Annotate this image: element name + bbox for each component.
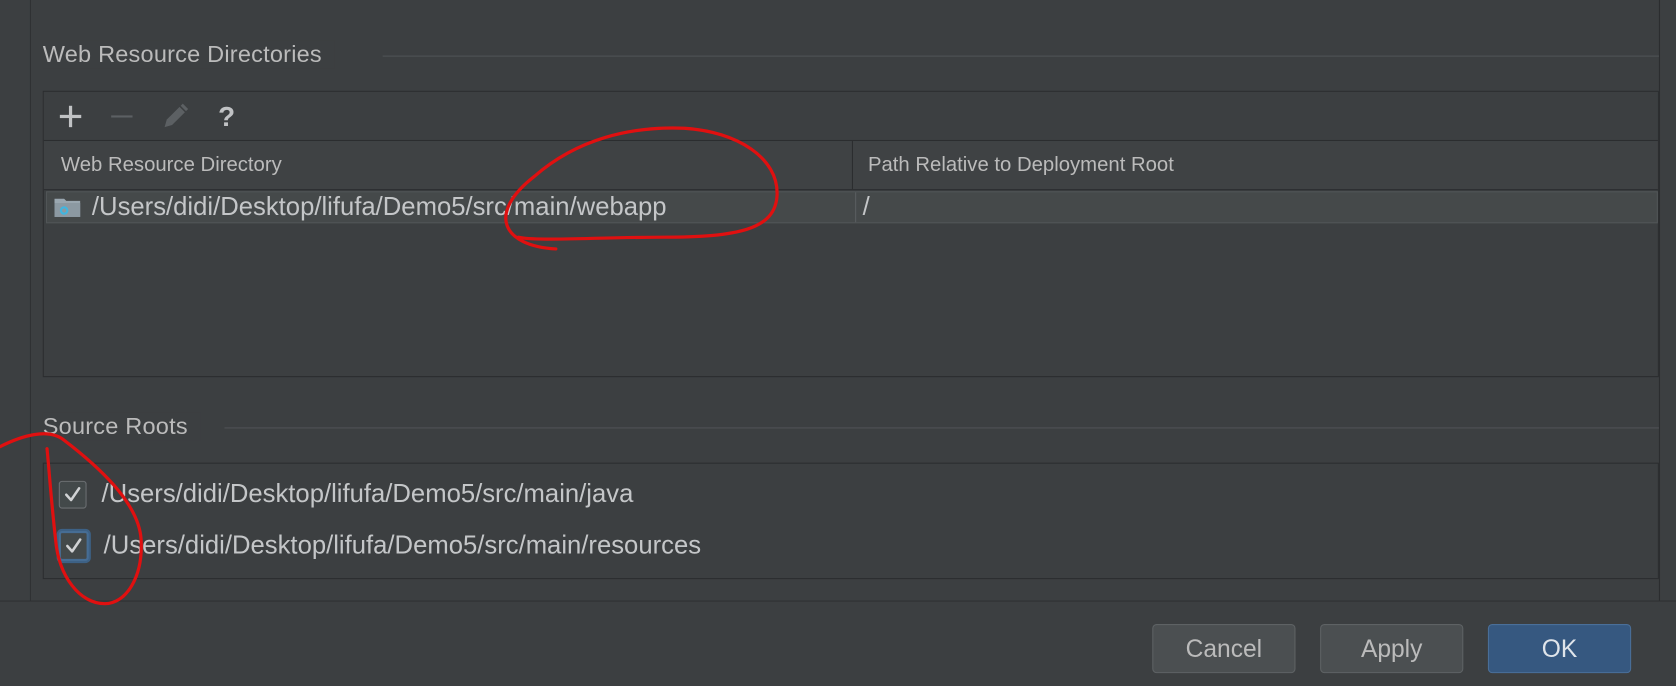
cell-directory[interactable]: /Users/didi/Desktop/lifufa/Demo5/src/mai… (53, 192, 853, 222)
table-toolbar: ? (43, 91, 1658, 142)
source-root-checkbox[interactable] (58, 531, 89, 561)
web-folder-icon (54, 198, 81, 217)
column-header-directory[interactable]: Web Resource Directory (44, 141, 853, 190)
source-root-checkbox[interactable] (58, 480, 87, 509)
source-root-item[interactable]: /Users/didi/Desktop/lifufa/Demo5/src/mai… (58, 529, 702, 563)
remove-button[interactable] (104, 100, 140, 132)
left-divider (29, 0, 31, 601)
ok-button[interactable]: OK (1487, 624, 1632, 674)
source-roots-panel: /Users/didi/Desktop/lifufa/Demo5/src/mai… (42, 462, 1659, 580)
section-title-web-resources: Web Resource Directories (42, 40, 335, 69)
checkmark-icon (64, 487, 81, 502)
cancel-button[interactable]: Cancel (1152, 624, 1296, 674)
cell-relative-path[interactable]: / (855, 192, 1657, 223)
help-button[interactable]: ? (208, 100, 244, 132)
column-header-relative-path[interactable]: Path Relative to Deployment Root (853, 141, 1658, 189)
table-header: Web Resource Directory Path Relative to … (43, 141, 1658, 191)
apply-button[interactable]: Apply (1320, 624, 1464, 674)
source-root-label: /Users/didi/Desktop/lifufa/Demo5/src/mai… (101, 479, 634, 509)
help-icon: ? (218, 99, 236, 132)
right-scrollbar-track[interactable] (1658, 0, 1676, 601)
section-separator (382, 55, 1659, 57)
minus-icon (111, 115, 133, 118)
source-root-label: /Users/didi/Desktop/lifufa/Demo5/src/mai… (103, 531, 702, 560)
add-button[interactable] (52, 100, 88, 132)
edit-button[interactable] (157, 100, 193, 132)
directory-path: /Users/didi/Desktop/lifufa/Demo5/src/mai… (91, 192, 667, 222)
section-separator (224, 427, 1659, 429)
plus-icon (59, 105, 82, 128)
section-title-source-roots: Source Roots (42, 412, 201, 441)
source-root-item[interactable]: /Users/didi/Desktop/lifufa/Demo5/src/mai… (58, 478, 634, 512)
web-resource-table-panel: ? Web Resource Directory Path Relative t… (42, 90, 1659, 378)
checkmark-icon (66, 538, 82, 553)
pencil-icon (164, 103, 189, 128)
table-row[interactable]: /Users/didi/Desktop/lifufa/Demo5/src/mai… (45, 191, 1658, 224)
footer-separator (0, 600, 1676, 602)
project-structure-dialog: Web Resource Directories ? Web Resource … (0, 0, 1676, 686)
